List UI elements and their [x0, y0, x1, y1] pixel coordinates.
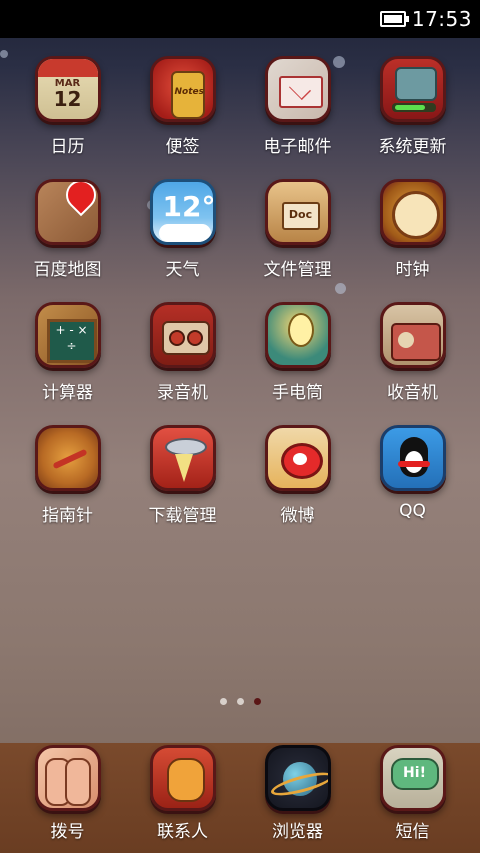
- app-download-manager[interactable]: 下载管理: [125, 425, 240, 526]
- contacts-icon: [149, 745, 216, 811]
- app-browser[interactable]: 浏览器: [240, 745, 355, 853]
- calculator-board-text: + - × ÷: [46, 319, 97, 363]
- download-manager-icon: [149, 425, 216, 491]
- app-label: 天气: [165, 260, 200, 280]
- app-label: 联系人: [157, 822, 208, 842]
- app-label: 录音机: [157, 383, 208, 403]
- app-label: 百度地图: [33, 260, 102, 280]
- app-recorder[interactable]: 录音机: [125, 302, 240, 403]
- file-doc-text: Doc: [281, 202, 320, 230]
- status-bar: 17:53: [0, 0, 480, 38]
- notes-icon: Notes: [149, 56, 216, 122]
- app-notes[interactable]: Notes 便签: [125, 56, 240, 157]
- browser-icon: [264, 745, 331, 811]
- app-label: 微博: [280, 506, 315, 526]
- app-label: QQ: [399, 501, 426, 521]
- app-dialer[interactable]: 拨号: [10, 745, 125, 853]
- sms-bubble-text: Hi!: [390, 758, 439, 790]
- app-baidu-map[interactable]: 百度地图: [10, 179, 125, 280]
- app-label: 指南针: [42, 506, 93, 526]
- app-email[interactable]: 电子邮件: [240, 56, 355, 157]
- page-indicator: [0, 698, 480, 705]
- qq-icon: [379, 425, 446, 491]
- email-icon: [264, 56, 331, 122]
- app-label: 便签: [165, 137, 200, 157]
- app-label: 下载管理: [148, 506, 217, 526]
- calendar-icon: MAR 12: [34, 56, 101, 122]
- app-label: 文件管理: [263, 260, 332, 280]
- compass-icon: [34, 425, 101, 491]
- radio-icon: [379, 302, 446, 368]
- app-label: 电子邮件: [263, 137, 332, 157]
- weather-temp-text: 12°: [162, 190, 216, 223]
- app-label: 短信: [395, 822, 430, 842]
- app-contacts[interactable]: 联系人: [125, 745, 240, 853]
- app-weibo[interactable]: 微博: [240, 425, 355, 526]
- app-sms[interactable]: Hi! 短信: [355, 745, 470, 853]
- app-label: 时钟: [395, 260, 430, 280]
- app-label: 计算器: [42, 383, 93, 403]
- app-label: 手电筒: [272, 383, 323, 403]
- clock-icon: [379, 179, 446, 245]
- page-dot-active[interactable]: [253, 698, 261, 705]
- home-app-grid: MAR 12 日历 Notes 便签 电子邮件 系统更新 百度地图 12° 天气…: [0, 56, 480, 526]
- calendar-day-text: 12: [53, 87, 82, 111]
- app-clock[interactable]: 时钟: [355, 179, 470, 280]
- recorder-icon: [149, 302, 216, 368]
- weather-icon: 12°: [149, 179, 216, 245]
- app-radio[interactable]: 收音机: [355, 302, 470, 403]
- app-label: 系统更新: [378, 137, 447, 157]
- app-flashlight[interactable]: 手电筒: [240, 302, 355, 403]
- app-label: 收音机: [387, 383, 438, 403]
- dialer-icon: [34, 745, 101, 811]
- calculator-icon: + - × ÷: [34, 302, 101, 368]
- app-weather[interactable]: 12° 天气: [125, 179, 240, 280]
- app-qq[interactable]: QQ: [355, 425, 470, 526]
- weibo-icon: [264, 425, 331, 491]
- file-manager-icon: Doc: [264, 179, 331, 245]
- app-compass[interactable]: 指南针: [10, 425, 125, 526]
- page-dot[interactable]: [219, 698, 227, 705]
- notes-icon-text: Notes: [174, 87, 204, 97]
- app-label: 拨号: [50, 822, 85, 842]
- page-dot[interactable]: [236, 698, 244, 705]
- app-calculator[interactable]: + - × ÷ 计算器: [10, 302, 125, 403]
- app-calendar[interactable]: MAR 12 日历: [10, 56, 125, 157]
- status-time: 17:53: [411, 7, 472, 31]
- dock-bar: 拨号 联系人 浏览器 Hi! 短信: [0, 743, 480, 853]
- app-label: 日历: [50, 137, 85, 157]
- app-system-update[interactable]: 系统更新: [355, 56, 470, 157]
- flashlight-icon: [264, 302, 331, 368]
- battery-full-icon: [379, 11, 409, 27]
- app-label: 浏览器: [272, 822, 323, 842]
- app-file-manager[interactable]: Doc 文件管理: [240, 179, 355, 280]
- system-update-icon: [379, 56, 446, 122]
- sms-icon: Hi!: [379, 745, 446, 811]
- map-icon: [34, 179, 101, 245]
